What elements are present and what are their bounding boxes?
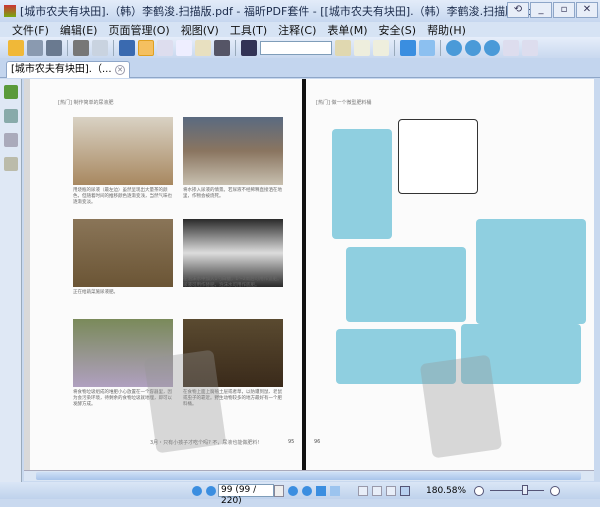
fullscreen-icon[interactable]: [119, 39, 135, 56]
facing-icon[interactable]: [386, 485, 396, 496]
menu-edit[interactable]: 编辑(E): [60, 22, 98, 38]
zoom-in-button[interactable]: [550, 485, 561, 496]
page-number-input[interactable]: 99 (99 / 220): [218, 484, 274, 506]
separator: [235, 39, 236, 56]
zoom-out-icon[interactable]: [465, 39, 481, 56]
page-number: 95: [288, 439, 295, 445]
right-page: [热门] 做一个微型肥料桶 96: [306, 79, 594, 470]
menu-form[interactable]: 表单(M): [327, 22, 367, 38]
next-result-icon[interactable]: [373, 39, 389, 56]
page-footer: 3月・只有小孩子才吃个吗? 不，尿液也能做肥料!: [150, 440, 260, 446]
status-bar: 99 (99 / 220) 180.58%: [0, 482, 600, 506]
caption: 在泡沫水中加入1勺白糖，1～2周后可用作追肥。尿液可用作替肥，泡沫水可用作底肥。: [183, 277, 282, 288]
search-input[interactable]: [260, 40, 332, 55]
email-icon[interactable]: [92, 39, 108, 56]
save-icon[interactable]: [27, 39, 43, 56]
zoom-level: 180.58%: [426, 485, 467, 496]
separator: [394, 39, 395, 56]
horizontal-scrollbar[interactable]: [24, 470, 594, 481]
photo-bucket: [183, 117, 283, 185]
rotate-icon[interactable]: [522, 39, 538, 56]
hand-tool-icon[interactable]: [138, 39, 154, 56]
title-bar: [城市农夫有块田].（韩）李鹤浚.扫描版.pdf - 福昕PDF套件 - [[城…: [0, 0, 600, 22]
comic-panel: [346, 247, 466, 322]
tab-bar: [城市农夫有块田].（... ✕: [0, 58, 600, 78]
actual-size-icon[interactable]: [503, 39, 519, 56]
forward-arrow-icon[interactable]: [419, 39, 435, 56]
menu-tools[interactable]: 工具(T): [230, 22, 267, 38]
page-header: [热门] 做一个微型肥料桶: [316, 100, 372, 106]
menu-comment[interactable]: 注释(C): [278, 22, 316, 38]
caption: 用烧瓶的尿液（最左边）虽然呈现出大量茶的颜色，但随着时间的推移颜色逐渐变浅，当然…: [73, 188, 172, 205]
open-icon[interactable]: [8, 39, 24, 56]
print-icon[interactable]: [73, 39, 89, 56]
watermark: [419, 354, 503, 459]
comic-panel: [332, 129, 392, 239]
comic-panel: [476, 219, 586, 324]
navigation-sidebar: [0, 79, 22, 482]
document-view[interactable]: [热门] 制作简单的尿液肥 用烧瓶的尿液（最左边）虽然呈现出大量茶的颜色，但随着…: [24, 79, 594, 470]
zoom-in-icon[interactable]: [446, 39, 462, 56]
minimize-button[interactable]: _: [530, 2, 552, 18]
find-icon[interactable]: [241, 39, 257, 56]
close-button[interactable]: ✕: [576, 2, 598, 18]
menu-security[interactable]: 安全(S): [378, 22, 416, 38]
zoom-area-icon[interactable]: [157, 39, 173, 56]
forward-icon[interactable]: [330, 485, 340, 496]
caption: 将水掺入尿液的情景。若尿液不经稀释直接洒在地里，作物会被烧死。: [183, 188, 282, 199]
zoom-icon[interactable]: [484, 39, 500, 56]
caption: 正在给蔬菜施尿液肥。: [73, 290, 118, 295]
save-as-icon[interactable]: [46, 39, 62, 56]
menu-help[interactable]: 帮助(H): [427, 22, 466, 38]
scroll-thumb[interactable]: [36, 472, 581, 480]
left-page: [热门] 制作简单的尿液肥 用烧瓶的尿液（最左边）虽然呈现出大量茶的颜色，但随着…: [30, 79, 302, 470]
select-arrow-icon[interactable]: [176, 39, 192, 56]
highlight-icon[interactable]: [335, 39, 351, 56]
pages-icon[interactable]: [3, 109, 18, 123]
previous-page-icon[interactable]: [206, 485, 216, 496]
maximize-button[interactable]: ▫: [553, 2, 575, 18]
next-page-icon[interactable]: [288, 485, 298, 496]
close-tab-icon[interactable]: ✕: [115, 65, 125, 75]
signatures-icon[interactable]: [3, 157, 18, 171]
snapshot-icon[interactable]: [214, 39, 230, 56]
menu-view[interactable]: 视图(V): [181, 22, 219, 38]
bookmarks-icon[interactable]: [3, 85, 18, 99]
page-header: [热门] 制作简单的尿液肥: [58, 100, 114, 106]
toolbar: [0, 37, 600, 58]
continuous-facing-icon[interactable]: [400, 485, 410, 496]
comic-panel: [398, 119, 478, 194]
separator: [67, 39, 68, 56]
page-number: 96: [314, 439, 321, 445]
photo-watering: [73, 219, 173, 287]
menu-page-management[interactable]: 页面管理(O): [108, 22, 169, 38]
layers-icon[interactable]: [3, 133, 18, 147]
menu-bar: 文件(F) 编辑(E) 页面管理(O) 视图(V) 工具(T) 注释(C) 表单…: [0, 22, 600, 37]
single-page-icon[interactable]: [358, 485, 368, 496]
text-select-icon[interactable]: [195, 39, 211, 56]
page-dropdown-icon[interactable]: [274, 484, 284, 497]
restore-icon-button[interactable]: ⟲: [507, 2, 529, 18]
first-page-icon[interactable]: [192, 485, 202, 496]
last-page-icon[interactable]: [302, 485, 312, 496]
photo-urine-bottles: [73, 117, 173, 185]
app-logo-icon: [4, 5, 16, 17]
menu-file[interactable]: 文件(F): [12, 22, 49, 38]
back-arrow-icon[interactable]: [400, 39, 416, 56]
continuous-icon[interactable]: [372, 485, 382, 496]
tab-label: [城市农夫有块田].（...: [11, 64, 112, 75]
zoom-slider[interactable]: [490, 485, 545, 495]
separator: [113, 39, 114, 56]
zoom-out-button[interactable]: [474, 485, 485, 496]
separator: [440, 39, 441, 56]
previous-result-icon[interactable]: [354, 39, 370, 56]
back-icon[interactable]: [316, 485, 326, 496]
watermark: [143, 349, 227, 454]
zoom-slider-knob[interactable]: [522, 485, 529, 495]
window-title: [城市农夫有块田].（韩）李鹤浚.扫描版.pdf - 福昕PDF套件 - [[城…: [20, 5, 542, 18]
tab-document[interactable]: [城市农夫有块田].（... ✕: [6, 61, 130, 78]
